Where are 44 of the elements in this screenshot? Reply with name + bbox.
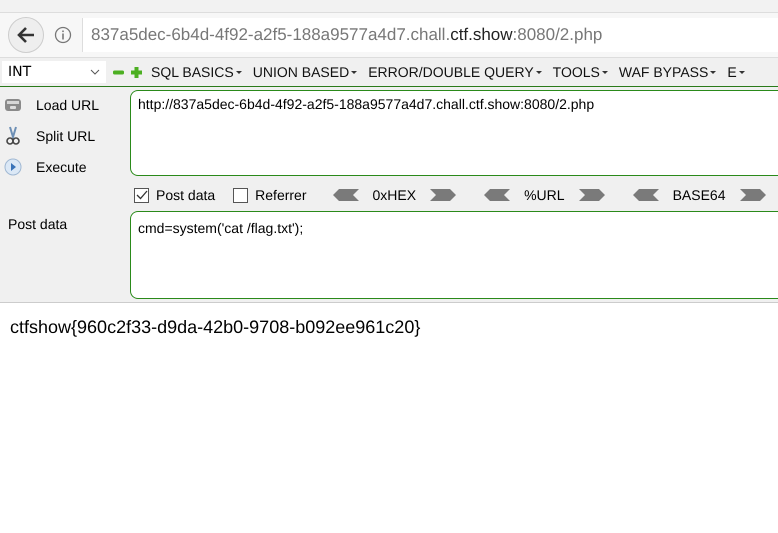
- encoder-label: 0xHEX: [372, 187, 416, 203]
- plus-icon[interactable]: [131, 66, 142, 78]
- action-button[interactable]: Load URL: [4, 92, 128, 117]
- url-text: ctf.show: [450, 25, 513, 45]
- left-chevron-icon[interactable]: [482, 189, 510, 201]
- dropdown-caret-icon: [602, 70, 608, 74]
- menu-item[interactable]: E: [725, 64, 747, 80]
- encoder-label: %URL: [524, 187, 565, 203]
- dropdown-caret-icon: [710, 70, 716, 74]
- page-output-text: ctfshow{960c2f33-d9da-42b0-9708-b092ee961c20}: [9, 316, 422, 339]
- right-chevron-icon[interactable]: [430, 189, 458, 201]
- menu-item[interactable]: UNION BASED: [250, 64, 360, 80]
- type-select[interactable]: INT: [2, 61, 106, 83]
- left-chevron-icon[interactable]: [630, 189, 659, 201]
- right-chevron-icon[interactable]: [740, 189, 768, 201]
- dropdown-caret-icon: [536, 70, 542, 74]
- scissors-icon: [4, 126, 22, 146]
- info-icon[interactable]: [54, 26, 72, 44]
- menu-item[interactable]: SQL BASICS: [149, 64, 244, 80]
- dropdown-caret-icon: [351, 70, 358, 74]
- url-text: 837a5dec-6b4d-4f92-a2f5-188a9577a4d7.chall.: [91, 25, 450, 45]
- dropdown-caret-icon: [236, 70, 242, 74]
- left-chevron-icon[interactable]: [330, 189, 359, 201]
- url-field[interactable]: http://837a5dec-6b4d-4f92-a2f5-188a9577a4d7.chall.ctf.show:8080/2.php: [130, 90, 778, 176]
- menu-item[interactable]: ERROR/DOUBLE QUERY: [366, 64, 544, 80]
- option-checkbox[interactable]: Referrer: [233, 187, 307, 203]
- post-data-label: Post data: [8, 215, 68, 234]
- back-arrow-icon: [17, 27, 35, 43]
- right-chevron-icon[interactable]: [578, 189, 607, 201]
- dropdown-caret-icon: [738, 70, 745, 74]
- url-text: :8080/2.php: [512, 25, 602, 45]
- encoder-label: BASE64: [672, 187, 726, 203]
- action-button[interactable]: Split URL: [4, 123, 128, 148]
- menu-item[interactable]: WAF BYPASS: [616, 64, 718, 80]
- action-button[interactable]: Execute: [4, 154, 128, 179]
- back-button[interactable]: [8, 17, 44, 53]
- checkmark-icon: [136, 190, 148, 200]
- option-checkbox[interactable]: Post data: [134, 187, 216, 203]
- post-data-field[interactable]: cmd=system('cat /flag.txt');: [130, 211, 778, 299]
- address-field[interactable]: 837a5dec-6b4d-4f92-a2f5-188a9577a4d7.chall.ctf.show:8080/2.php: [82, 18, 778, 52]
- chevron-icon: [90, 69, 100, 75]
- drive-icon: [4, 96, 22, 112]
- play-icon: [4, 158, 22, 176]
- menu-item[interactable]: TOOLS: [550, 64, 610, 80]
